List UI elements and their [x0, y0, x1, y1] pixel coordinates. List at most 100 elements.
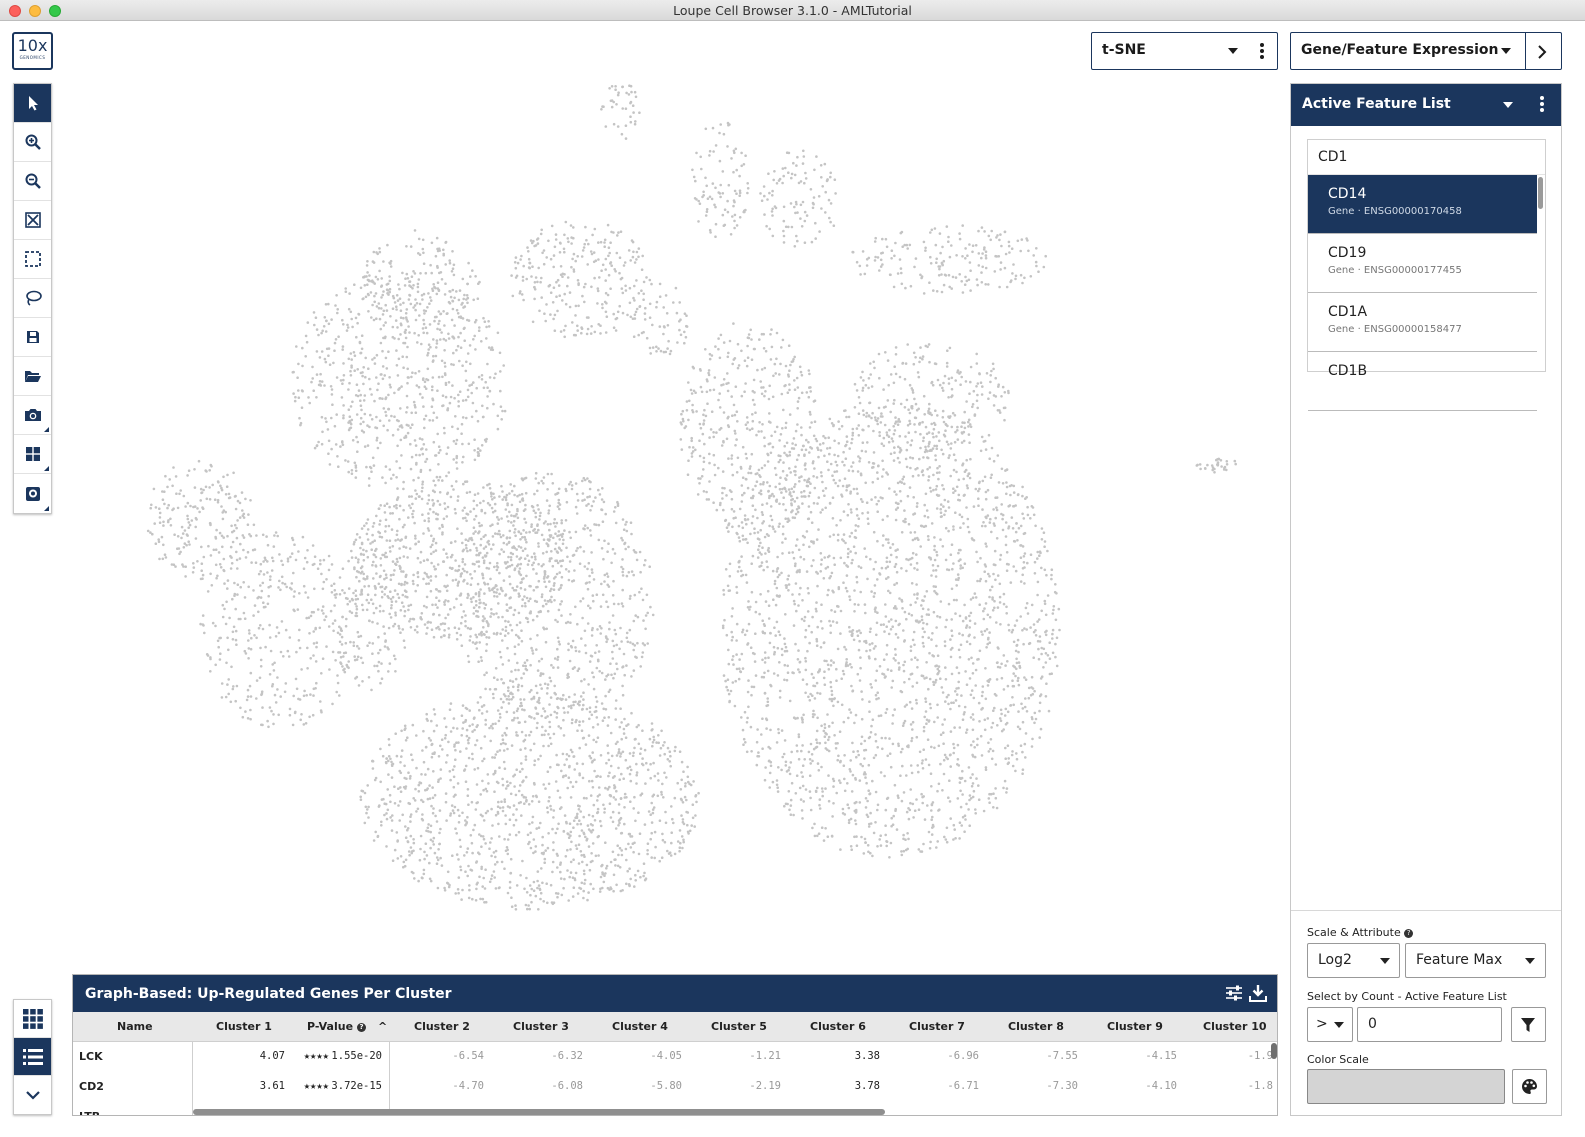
chevron-right-icon[interactable] — [1536, 44, 1548, 60]
help-icon[interactable]: ? — [357, 1023, 367, 1032]
cluster-value: 3.61 — [259, 1080, 285, 1092]
genes-table-title: Graph-Based: Up-Regulated Genes Per Clus… — [85, 986, 452, 1002]
tsne-plot[interactable] — [100, 80, 1280, 960]
column-header[interactable]: Cluster 6 — [810, 1020, 866, 1033]
settings-sliders-icon[interactable] — [1225, 984, 1243, 1002]
suggestion-item[interactable]: CD19 Gene · ENSG00000177455 — [1308, 234, 1537, 293]
open-button[interactable] — [14, 357, 51, 396]
category-value: Gene/Feature Expression — [1301, 42, 1499, 58]
suggestion-item[interactable]: CD14 Gene · ENSG00000170458 — [1308, 175, 1537, 234]
zoom-in-icon — [25, 134, 41, 150]
fit-view-icon — [24, 212, 41, 228]
cluster-value: 3.78 — [854, 1080, 880, 1092]
sort-ascending-icon[interactable]: ^ — [378, 1020, 387, 1033]
left-toolbar — [13, 83, 52, 514]
cluster-value: -5.80 — [650, 1080, 682, 1092]
column-header[interactable]: Cluster 3 — [513, 1020, 569, 1033]
significance-stars: ★★★★ — [303, 1050, 329, 1062]
panel-header: Active Feature List — [1291, 84, 1561, 126]
attribute-dropdown[interactable]: Feature Max — [1405, 943, 1546, 978]
select-tool-button[interactable] — [14, 84, 51, 123]
cluster-value: -6.96 — [947, 1050, 979, 1062]
column-header[interactable]: Cluster 5 — [711, 1020, 767, 1033]
title-bar: Loupe Cell Browser 3.1.0 - AMLTutorial — [0, 0, 1585, 21]
suggestion-item[interactable]: CD1B — [1308, 352, 1537, 411]
suggestion-scrollbar[interactable] — [1538, 177, 1543, 209]
lasso-select-button[interactable] — [14, 279, 51, 318]
suggestion-item[interactable]: CD1A Gene · ENSG00000158477 — [1308, 293, 1537, 352]
significance-stars: ★★★★ — [303, 1080, 329, 1092]
cluster-value: -6.08 — [551, 1080, 583, 1092]
column-header[interactable]: Cluster 4 — [612, 1020, 668, 1033]
p-value: 3.72e-15 — [331, 1080, 382, 1092]
column-header[interactable]: P-Value? ^ — [307, 1020, 387, 1033]
logo-subtext: GENOMICS — [19, 55, 46, 60]
list-view-button[interactable] — [14, 1038, 51, 1076]
divider — [1525, 33, 1526, 69]
column-header[interactable]: Name — [117, 1020, 153, 1033]
cluster-value: -1.9 — [1247, 1050, 1273, 1062]
suggestion-list: CD14 Gene · ENSG00000170458 CD19 Gene · ENS… — [1308, 175, 1537, 411]
scale-value: Log2 — [1318, 952, 1352, 968]
column-divider — [192, 1042, 193, 1115]
projection-menu-icon[interactable] — [1260, 43, 1264, 61]
open-folder-icon — [24, 371, 41, 382]
chevron-down-icon — [1334, 1022, 1344, 1028]
filter-button[interactable] — [1511, 1007, 1546, 1042]
rectangle-select-icon — [24, 251, 41, 267]
save-button[interactable] — [14, 318, 51, 357]
chevron-down-icon — [1525, 958, 1535, 964]
cluster-value: -4.70 — [452, 1080, 484, 1092]
export-button[interactable] — [14, 474, 51, 513]
column-header[interactable]: Cluster 2 — [414, 1020, 470, 1033]
table-vertical-scrollbar[interactable] — [1271, 1043, 1277, 1059]
projection-value: t-SNE — [1102, 42, 1146, 58]
scale-dropdown[interactable]: Log2 — [1307, 943, 1400, 978]
rectangle-select-button[interactable] — [14, 240, 51, 279]
panel-footer: Scale & Attribute ? Log2 Feature Max Sel… — [1291, 910, 1561, 1115]
table-row[interactable]: CD2 3.61 ★★★★ 3.72e-15 -4.70 -6.08 -5.80 -2.19 3… — [73, 1072, 1277, 1102]
color-scale-swatch[interactable] — [1307, 1069, 1505, 1104]
cluster-value: -2.19 — [749, 1080, 781, 1092]
category-dropdown[interactable]: Gene/Feature Expression — [1290, 32, 1562, 70]
filter-icon — [1521, 1018, 1535, 1032]
suggestion-name: CD14 — [1328, 186, 1367, 202]
column-header[interactable]: Cluster 1 — [216, 1020, 272, 1033]
suggestion-detail: Gene · ENSG00000158477 — [1328, 324, 1462, 335]
layout-button[interactable] — [14, 435, 51, 474]
column-divider — [389, 1042, 390, 1115]
panel-menu-icon[interactable] — [1540, 96, 1544, 114]
feature-search-input[interactable] — [1308, 140, 1545, 175]
zoom-out-button[interactable] — [14, 162, 51, 201]
count-value-input[interactable]: 0 — [1357, 1007, 1502, 1042]
feature-panel: Active Feature List CD14 Gene · ENSG00000… — [1290, 83, 1562, 1116]
p-value: 1.55e-20 — [331, 1050, 382, 1062]
fit-view-button[interactable] — [14, 201, 51, 240]
screenshot-button[interactable] — [14, 396, 51, 435]
count-value: 0 — [1368, 1016, 1377, 1032]
suggestion-name: CD19 — [1328, 245, 1367, 261]
color-picker-button[interactable] — [1512, 1069, 1547, 1104]
count-operator-dropdown[interactable]: > — [1307, 1007, 1353, 1042]
download-icon[interactable] — [1249, 984, 1267, 1002]
chevron-down-icon[interactable] — [1503, 102, 1513, 108]
projection-dropdown[interactable]: t-SNE — [1091, 32, 1278, 70]
grid-view-button[interactable] — [14, 1000, 51, 1038]
gene-name: CD2 — [79, 1080, 104, 1093]
lasso-icon — [25, 290, 42, 306]
column-header[interactable]: Cluster 10 — [1203, 1020, 1267, 1033]
table-row[interactable]: LCK 4.07 ★★★★ 1.55e-20 -6.54 -6.32 -4.05 -1.21 3… — [73, 1042, 1277, 1072]
list-view-icon — [22, 1048, 43, 1065]
zoom-in-button[interactable] — [14, 123, 51, 162]
chevron-down-icon — [1501, 48, 1511, 54]
collapse-panel-button[interactable] — [14, 1076, 51, 1114]
cluster-value: 4.07 — [259, 1050, 285, 1062]
cluster-value: -1.21 — [749, 1050, 781, 1062]
column-header[interactable]: Cluster 7 — [909, 1020, 965, 1033]
camera-icon — [24, 409, 41, 421]
help-icon[interactable]: ? — [1404, 929, 1414, 938]
table-horizontal-scrollbar[interactable] — [193, 1109, 885, 1115]
column-header[interactable]: Cluster 9 — [1107, 1020, 1163, 1033]
column-header[interactable]: Cluster 8 — [1008, 1020, 1064, 1033]
select-icon — [28, 96, 38, 111]
